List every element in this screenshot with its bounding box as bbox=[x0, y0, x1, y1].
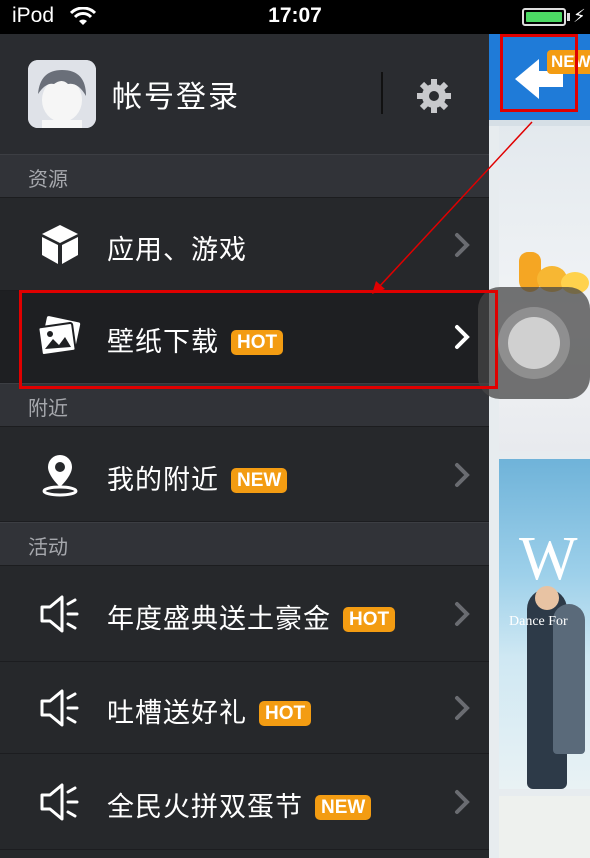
location-pin-icon bbox=[42, 455, 78, 497]
megaphone-icon bbox=[40, 689, 79, 727]
new-badge: NEW bbox=[315, 795, 372, 820]
megaphone-icon bbox=[40, 595, 79, 633]
clock: 17:07 bbox=[268, 4, 322, 27]
section-title: 资源 bbox=[28, 167, 68, 191]
menu-item-feedback-gifts[interactable]: 吐槽送好礼 HOT bbox=[0, 662, 489, 754]
section-header-activities: 活动 bbox=[0, 522, 489, 566]
avatar[interactable] bbox=[28, 60, 96, 128]
menu-item-text: 全民火拼双蛋节 bbox=[107, 792, 303, 823]
avatar-face-icon bbox=[28, 60, 96, 128]
menu-item-label: 我的附近 NEW bbox=[107, 458, 288, 497]
menu-item-apps-games[interactable]: 应用、游戏 bbox=[0, 198, 489, 291]
menu-item-label: 吐槽送好礼 HOT bbox=[107, 691, 312, 730]
cube-icon bbox=[42, 225, 78, 264]
section-header-resources: 资源 bbox=[0, 154, 489, 198]
profile-header[interactable]: 帐号登录 bbox=[0, 34, 489, 154]
hot-badge: HOT bbox=[259, 701, 312, 726]
menu-item-label: 全民火拼双蛋节 NEW bbox=[107, 785, 372, 824]
side-drawer: 帐号登录 资源 应用、游戏 壁纸下载 HOT 附近 我的附近 NEW 活动 年度… bbox=[0, 34, 489, 858]
wallpaper-thumbnail[interactable] bbox=[499, 796, 590, 858]
section-title: 附近 bbox=[28, 396, 68, 420]
annotation-box-wallpaper-item bbox=[19, 290, 498, 389]
main-content-preview[interactable]: NEW W Dance For bbox=[489, 34, 590, 858]
hot-badge: HOT bbox=[343, 607, 396, 632]
menu-item-text: 我的附近 bbox=[107, 465, 219, 496]
chevron-right-icon bbox=[455, 602, 470, 626]
login-label[interactable]: 帐号登录 bbox=[112, 72, 240, 116]
annotation-box-back-button bbox=[500, 34, 578, 112]
menu-item-annual-gala[interactable]: 年度盛典送土豪金 HOT bbox=[0, 566, 489, 662]
chevron-right-icon bbox=[455, 233, 470, 257]
menu-item-text: 年度盛典送土豪金 bbox=[107, 604, 331, 635]
chevron-right-icon bbox=[455, 696, 470, 720]
menu-item-text: 吐槽送好礼 bbox=[107, 698, 247, 729]
menu-item-label: 应用、游戏 bbox=[107, 235, 247, 266]
battery-icon bbox=[522, 8, 566, 26]
menu-item-label: 年度盛典送土豪金 HOT bbox=[107, 597, 396, 636]
pepper-shape bbox=[519, 252, 541, 292]
assistive-touch-core bbox=[508, 317, 560, 369]
megaphone-icon bbox=[40, 783, 79, 821]
section-title: 活动 bbox=[28, 535, 68, 559]
battery-tip bbox=[567, 13, 570, 21]
menu-item-my-nearby[interactable]: 我的附近 NEW bbox=[0, 427, 489, 522]
menu-item-double-egg-festival[interactable]: 全民火拼双蛋节 NEW bbox=[0, 754, 489, 850]
chevron-right-icon bbox=[455, 463, 470, 487]
status-bar: iPod 17:07 ⚡ bbox=[0, 0, 590, 34]
banner-letter: W bbox=[519, 525, 578, 593]
charging-bolt-icon: ⚡ bbox=[573, 6, 586, 27]
banner-caption: Dance For bbox=[509, 614, 568, 629]
new-badge: NEW bbox=[231, 468, 288, 493]
gear-icon[interactable] bbox=[414, 76, 454, 116]
section-header-nearby: 附近 bbox=[0, 383, 489, 427]
chevron-right-icon bbox=[455, 790, 470, 814]
battery-fill bbox=[526, 12, 562, 22]
header-divider bbox=[381, 72, 383, 114]
